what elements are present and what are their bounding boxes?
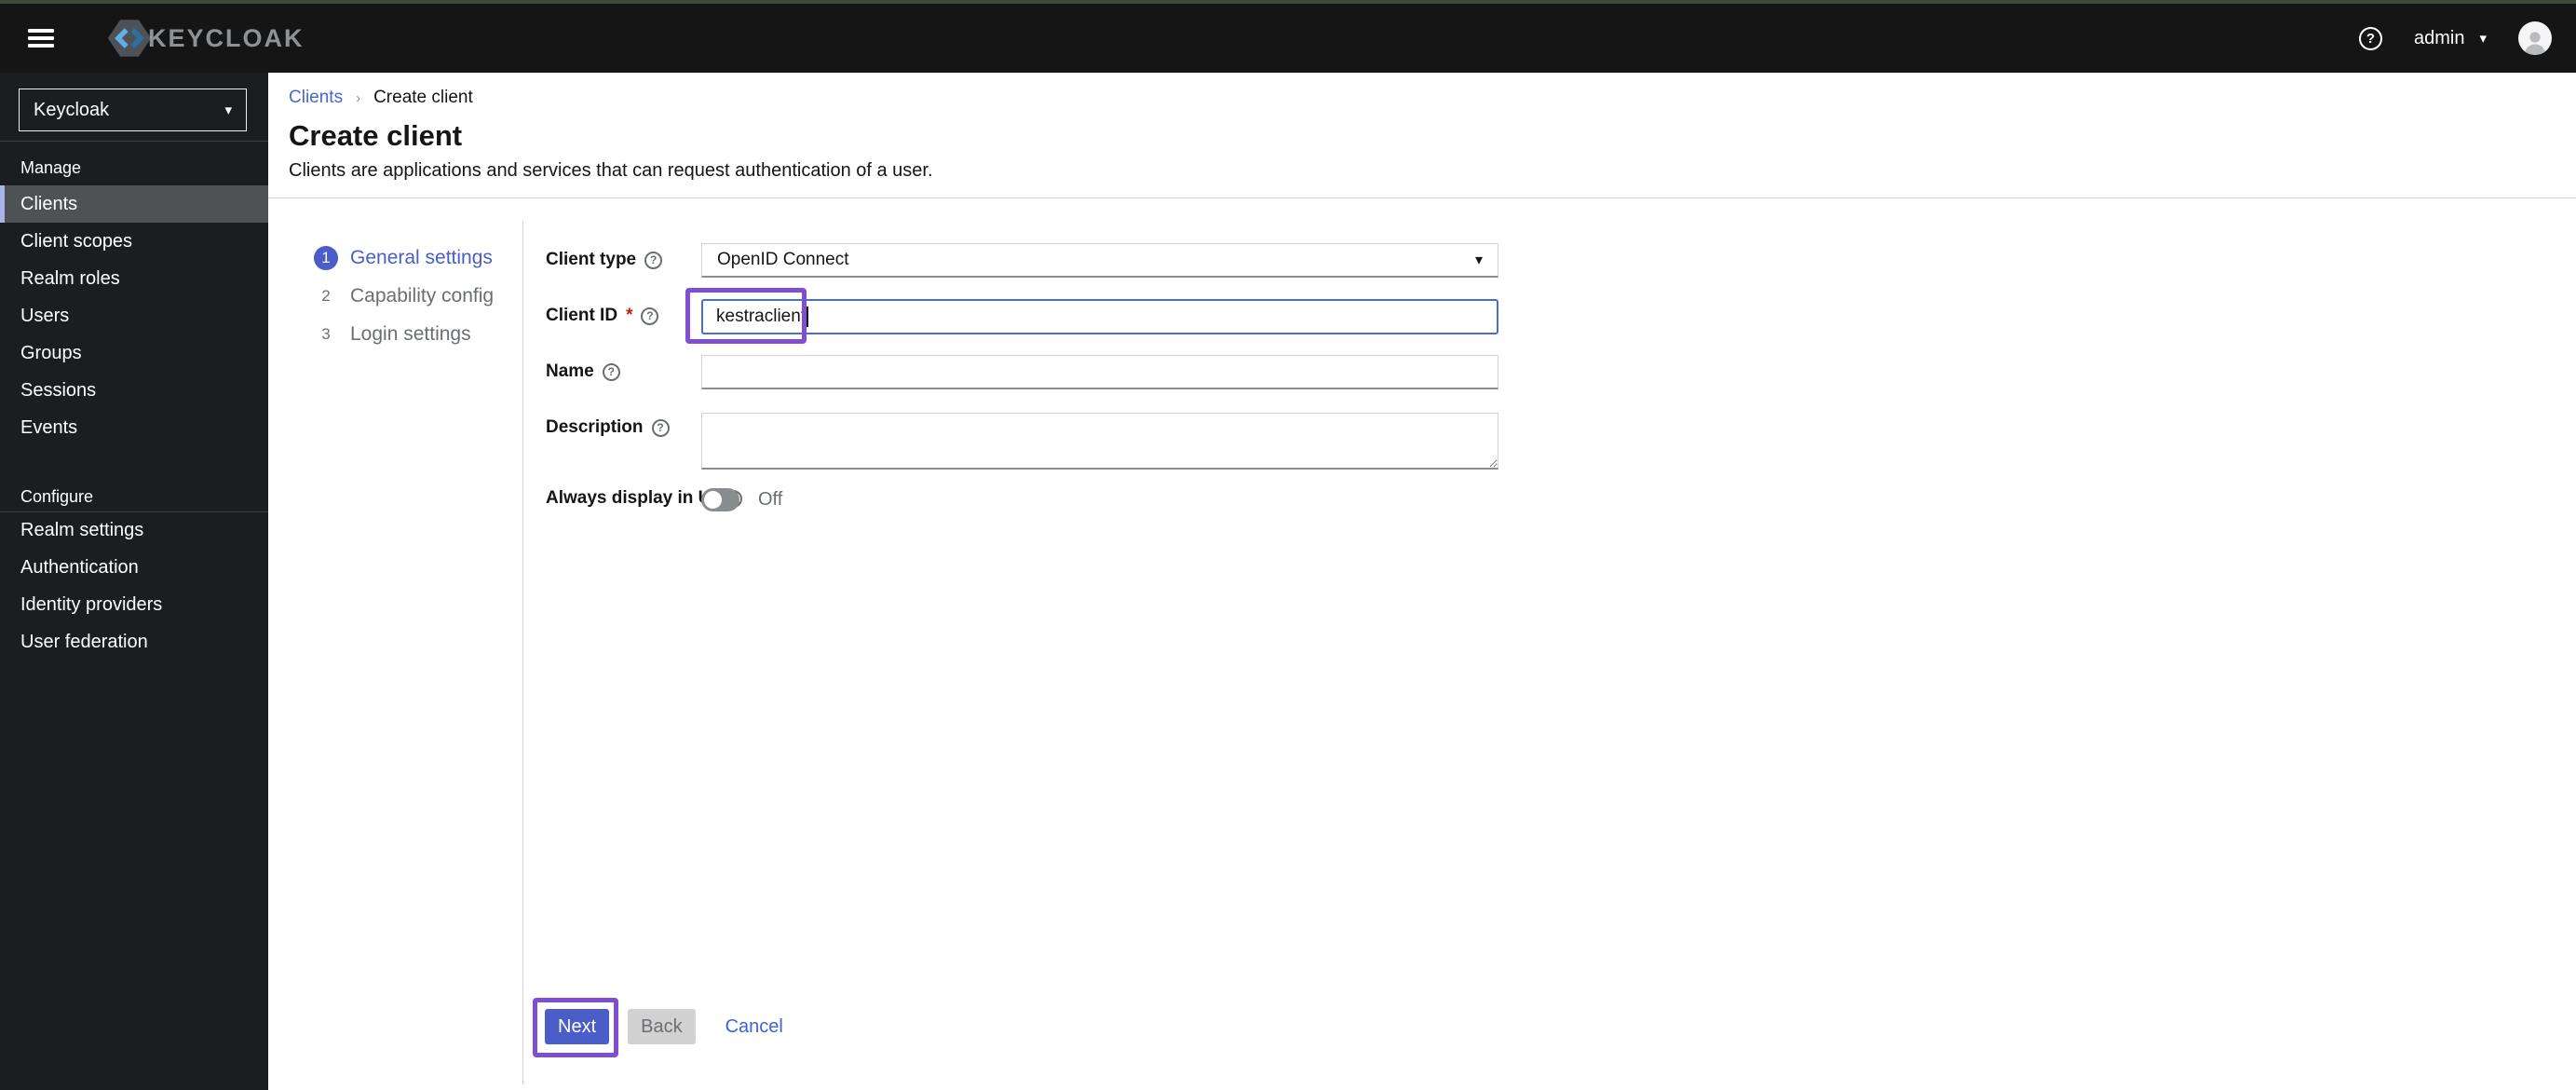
chevron-right-icon: › bbox=[356, 89, 361, 106]
page-header: Clients › Create client Create client Cl… bbox=[268, 73, 2576, 198]
step-number: 3 bbox=[321, 324, 331, 343]
breadcrumb-clients-link[interactable]: Clients bbox=[289, 88, 343, 108]
help-icon[interactable]: ? bbox=[2358, 26, 2382, 50]
nav-section-manage: Manage bbox=[20, 158, 82, 177]
wizard-step-login-settings[interactable]: 3 Login settings bbox=[314, 315, 494, 353]
hamburger-menu-icon[interactable] bbox=[28, 29, 54, 48]
masthead: KEYCLOAK ? admin ▾ bbox=[0, 4, 2576, 73]
back-button[interactable]: Back bbox=[628, 1009, 696, 1044]
toggle-knob bbox=[704, 491, 722, 509]
next-button[interactable]: Next bbox=[545, 1009, 610, 1044]
nav-section-configure: Configure bbox=[20, 487, 94, 506]
keycloak-logo-icon bbox=[107, 20, 152, 57]
sidebar: Keycloak ▾ Manage Clients Client scopes … bbox=[0, 73, 268, 1090]
client-type-label: Client type ? bbox=[546, 249, 663, 271]
always-display-toggle-row: Off bbox=[701, 488, 782, 511]
wizard-actions: Next Back Cancel bbox=[545, 1009, 783, 1044]
page-title: Create client bbox=[289, 119, 463, 152]
masthead-right: ? admin ▾ bbox=[2358, 21, 2576, 55]
client-id-input[interactable]: kestraclient bbox=[701, 299, 1498, 334]
sidebar-item-clients[interactable]: Clients bbox=[0, 185, 268, 223]
caret-down-icon: ▾ bbox=[1474, 252, 1483, 268]
sidebar-item-events[interactable]: Events bbox=[0, 409, 268, 446]
sidebar-item-sessions[interactable]: Sessions bbox=[0, 372, 268, 409]
description-label: Description ? bbox=[546, 416, 670, 439]
required-asterisk: * bbox=[626, 306, 633, 325]
brand-text: KEYCLOAK bbox=[148, 23, 305, 52]
breadcrumb-current: Create client bbox=[373, 88, 473, 107]
user-dropdown[interactable]: admin ▾ bbox=[2414, 28, 2487, 49]
nav-group-manage: Clients Client scopes Realm roles Users … bbox=[0, 185, 268, 446]
wizard-divider bbox=[522, 222, 523, 1084]
cancel-link[interactable]: Cancel bbox=[725, 1016, 783, 1038]
question-circle-icon[interactable]: ? bbox=[641, 307, 659, 325]
sidebar-item-identity-providers[interactable]: Identity providers bbox=[0, 586, 268, 623]
breadcrumb: Clients › Create client bbox=[289, 88, 473, 108]
realm-name: Keycloak bbox=[34, 99, 110, 120]
sidebar-item-user-federation[interactable]: User federation bbox=[0, 623, 268, 661]
nav-group-configure: Realm settings Authentication Identity p… bbox=[0, 511, 268, 661]
always-display-toggle[interactable] bbox=[701, 488, 739, 511]
caret-down-icon: ▾ bbox=[224, 102, 232, 118]
keycloak-brand[interactable]: KEYCLOAK bbox=[105, 18, 305, 59]
step-number: 2 bbox=[321, 286, 331, 305]
text-cursor bbox=[807, 307, 809, 327]
question-circle-icon[interactable]: ? bbox=[644, 251, 663, 269]
client-id-label: Client ID * ? bbox=[546, 305, 659, 327]
client-id-value: kestraclient bbox=[716, 307, 807, 326]
description-textarea[interactable] bbox=[701, 413, 1498, 470]
realm-selector[interactable]: Keycloak ▾ bbox=[19, 89, 247, 131]
sidebar-item-users[interactable]: Users bbox=[0, 297, 268, 334]
sidebar-item-realm-roles[interactable]: Realm roles bbox=[0, 260, 268, 297]
name-input[interactable] bbox=[701, 355, 1498, 389]
username: admin bbox=[2413, 27, 2465, 48]
user-avatar-icon bbox=[2524, 32, 2546, 55]
client-type-value: OpenID Connect bbox=[717, 250, 849, 269]
wizard-steps-nav: 1 General settings 2 Capability config 3… bbox=[314, 238, 494, 353]
wizard-step-general-settings[interactable]: 1 General settings bbox=[314, 238, 494, 277]
question-circle-icon[interactable]: ? bbox=[602, 362, 620, 381]
wizard-step-capability-config[interactable]: 2 Capability config bbox=[314, 277, 494, 315]
client-type-select[interactable]: OpenID Connect ▾ bbox=[701, 243, 1498, 278]
step-number-badge: 1 bbox=[314, 245, 338, 270]
toggle-state-label: Off bbox=[758, 489, 783, 510]
keycloak-admin-console: KEYCLOAK ? admin ▾ Keycloak ▾ Manage Cli… bbox=[0, 0, 2576, 1090]
page-subtitle: Clients are applications and services th… bbox=[289, 160, 933, 181]
caret-down-icon: ▾ bbox=[2479, 31, 2487, 47]
main-content: Clients › Create client Create client Cl… bbox=[268, 73, 2576, 1090]
sidebar-item-authentication[interactable]: Authentication bbox=[0, 549, 268, 586]
avatar[interactable] bbox=[2518, 21, 2552, 55]
sidebar-item-groups[interactable]: Groups bbox=[0, 334, 268, 372]
sidebar-item-realm-settings[interactable]: Realm settings bbox=[0, 511, 268, 549]
name-label: Name ? bbox=[546, 361, 620, 383]
question-circle-icon[interactable]: ? bbox=[651, 418, 670, 437]
sidebar-item-client-scopes[interactable]: Client scopes bbox=[0, 223, 268, 260]
sidebar-divider bbox=[0, 141, 268, 142]
